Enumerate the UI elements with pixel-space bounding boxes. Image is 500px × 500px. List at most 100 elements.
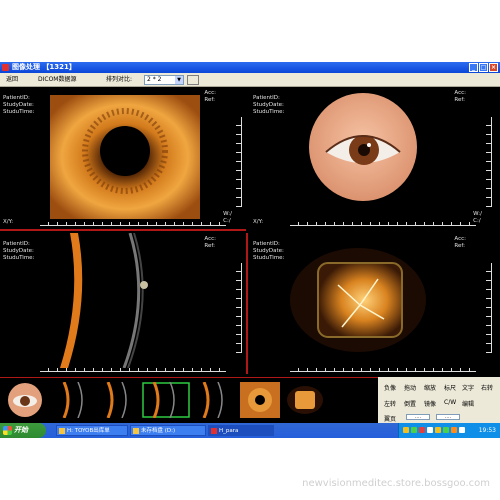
xy-readout: X/Y: (3, 219, 14, 225)
acc-label: Acc: (204, 90, 216, 96)
ref-label: Ref: (204, 243, 215, 249)
tool-panel: 负像 拖动 缩放 标尺 文字 右转 左转 倒置 镜像 C/W 编辑 翼页 ...… (378, 377, 500, 423)
patient-id-label: PatientID: (3, 95, 30, 101)
tray-icon[interactable] (427, 427, 433, 433)
drive-icon (133, 428, 139, 434)
dicom-source-button[interactable]: DICOM数据源 (38, 73, 76, 87)
external-eye-image (309, 93, 417, 201)
rotate-right-button[interactable]: 右转 (481, 383, 493, 392)
taskbar: 开始 H: TOYOB出库单 未存档盘 (D:) H_para 19:53 (0, 423, 500, 438)
thumbnail-selected[interactable] (142, 382, 190, 418)
vertical-ruler (236, 117, 242, 207)
study-time-label: StuduTime: (253, 109, 285, 115)
folder-icon (59, 428, 65, 434)
pan-button[interactable]: 拖动 (404, 383, 416, 392)
study-time-label: StuduTime: (253, 255, 285, 261)
tray-icon[interactable] (451, 427, 457, 433)
thumbnail[interactable] (4, 382, 46, 418)
taskbar-item-label: H: TOYOB出库单 (67, 428, 110, 434)
ref-label: Ref: (454, 97, 465, 103)
invert-button[interactable]: 倒置 (404, 399, 416, 408)
thumbnail[interactable] (240, 382, 280, 418)
sort-compare-label: 排列对比: (106, 76, 133, 83)
patient-id-label: PatientID: (253, 241, 280, 247)
app-icon (2, 64, 9, 71)
ruler-button[interactable]: 标尺 (444, 383, 456, 392)
taskbar-item[interactable]: H: TOYOB出库单 (56, 425, 128, 436)
thumbnail[interactable] (54, 382, 92, 418)
thumbnail[interactable] (100, 382, 138, 418)
start-button[interactable]: 开始 (0, 423, 46, 438)
clock: 19:53 (478, 427, 496, 434)
layout-select[interactable]: 2 * 2 ▼ (144, 75, 184, 85)
taskbar-item-label: 未存档盘 (D:) (141, 428, 176, 434)
horizontal-ruler (290, 222, 476, 226)
thumbnail[interactable] (196, 382, 232, 418)
tray-icon[interactable] (419, 427, 425, 433)
title-bar: 图像处理 【1321】 _ □ × (0, 62, 500, 73)
system-tray: 19:53 (398, 423, 500, 438)
zoom-button[interactable]: 缩放 (424, 383, 436, 392)
window-title: 图像处理 【1321】 (12, 63, 76, 71)
toolbar: 返回 DICOM数据源 排列对比: 2 * 2 ▼ (0, 73, 500, 87)
window-center-label: C:/ (223, 218, 231, 224)
page-slot-2[interactable]: .... (436, 414, 460, 420)
image-grid: PatientID: StudyDate: StuduTime: Acc: Re… (0, 87, 500, 377)
window-width-label: W:/ (223, 211, 232, 217)
horizontal-ruler (290, 368, 476, 372)
patient-id-label: PatientID: (3, 241, 30, 247)
windows-logo-icon (3, 426, 12, 435)
tray-icon[interactable] (435, 427, 441, 433)
ref-label: Ref: (454, 243, 465, 249)
thumbnail-strip (0, 377, 378, 423)
acc-label: Acc: (454, 236, 466, 242)
viewport-1[interactable]: PatientID: StudyDate: StuduTime: Acc: Re… (0, 87, 246, 228)
app-window: 图像处理 【1321】 _ □ × 返回 DICOM数据源 排列对比: 2 * … (0, 62, 500, 438)
taskbar-item-label: H_para (219, 428, 239, 434)
vertical-ruler (486, 263, 492, 353)
xy-readout: X/Y: (253, 219, 264, 225)
acc-label: Acc: (204, 236, 216, 242)
edit-button[interactable]: 编辑 (462, 399, 474, 408)
taskbar-item-active[interactable]: H_para (208, 425, 274, 436)
window-level-button[interactable]: C/W (444, 399, 456, 406)
iris-image (50, 95, 200, 219)
app-icon (211, 428, 217, 434)
page-slot-1[interactable]: .... (406, 414, 430, 420)
back-button[interactable]: 返回 (6, 73, 18, 87)
mirror-button[interactable]: 镜像 (424, 399, 436, 408)
slit-lamp-section-image (60, 233, 148, 368)
tray-icon[interactable] (459, 427, 465, 433)
viewport-4[interactable]: PatientID: StudyDate: StuduTime: Acc: Re… (250, 233, 496, 374)
maximize-button[interactable]: □ (479, 63, 488, 72)
layout-select-value: 2 * 2 (147, 76, 162, 83)
window-center-label: C:/ (473, 218, 481, 224)
apply-layout-button[interactable] (187, 75, 199, 85)
viewport-3[interactable]: PatientID: StudyDate: StuduTime: Acc: Re… (0, 233, 246, 374)
tray-icon[interactable] (403, 427, 409, 433)
study-date-label: StudyDate: (3, 248, 34, 254)
close-button[interactable]: × (489, 63, 498, 72)
viewport-2[interactable]: PatientID: StudyDate: StuduTime: Acc: Re… (250, 87, 496, 228)
rotate-left-button[interactable]: 左转 (384, 399, 396, 408)
thumbnail[interactable] (285, 382, 325, 418)
chevron-down-icon: ▼ (175, 76, 183, 84)
minimize-button[interactable]: _ (469, 63, 478, 72)
study-date-label: StudyDate: (3, 102, 34, 108)
taskbar-item[interactable]: 未存档盘 (D:) (130, 425, 206, 436)
negative-button[interactable]: 负像 (384, 383, 396, 392)
vertical-ruler (486, 117, 492, 207)
study-date-label: StudyDate: (253, 102, 284, 108)
patient-id-label: PatientID: (253, 95, 280, 101)
text-button[interactable]: 文字 (462, 383, 474, 392)
horizontal-ruler (40, 368, 226, 372)
tray-icon[interactable] (443, 427, 449, 433)
study-date-label: StudyDate: (253, 248, 284, 254)
active-viewport-border (0, 229, 246, 231)
ref-label: Ref: (204, 97, 215, 103)
vertical-ruler (236, 263, 242, 353)
active-viewport-border (246, 233, 248, 374)
window-width-label: W:/ (473, 211, 482, 217)
tray-icon[interactable] (411, 427, 417, 433)
start-label: 开始 (14, 426, 28, 434)
